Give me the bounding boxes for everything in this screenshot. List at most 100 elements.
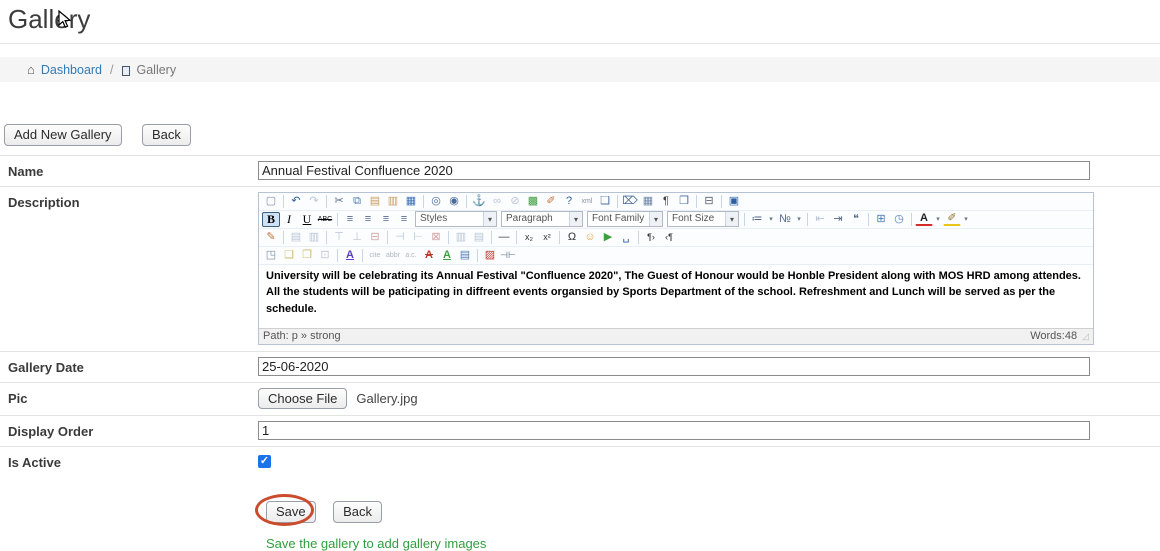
style-props-icon[interactable]: A xyxy=(341,248,359,263)
preview-icon[interactable]: ❑ xyxy=(596,194,614,209)
fullscreen-icon[interactable]: ▣ xyxy=(725,194,743,209)
strikethrough-icon[interactable]: ABC xyxy=(316,212,334,227)
new-document-icon[interactable]: ▢ xyxy=(262,194,280,209)
template-icon[interactable]: ❒ xyxy=(675,194,693,209)
align-right-icon[interactable]: ≡ xyxy=(377,212,395,227)
insert-table-icon[interactable]: ▦ xyxy=(639,194,657,209)
backcolor-icon[interactable]: ✐ xyxy=(943,212,961,226)
move-forward-icon[interactable]: ❏ xyxy=(280,248,298,263)
print-icon[interactable]: ⊟ xyxy=(700,194,718,209)
link-icon[interactable]: ∞ xyxy=(488,194,506,209)
table-row-properties-icon[interactable]: ▤ xyxy=(287,230,305,245)
charmap-icon[interactable]: Ω xyxy=(563,230,581,245)
page-break-icon[interactable]: ⊣⊢ xyxy=(499,248,517,263)
name-input[interactable] xyxy=(258,161,1090,180)
bullet-list-dropdown-icon[interactable]: ▾ xyxy=(766,212,776,227)
visual-chars-icon[interactable]: ▨ xyxy=(481,248,499,263)
merge-cells-icon[interactable]: ▤ xyxy=(470,230,488,245)
forecolor-icon[interactable]: A xyxy=(915,212,933,226)
underline-icon[interactable]: U xyxy=(298,212,316,227)
delete-row-icon[interactable]: ⊟ xyxy=(366,230,384,245)
indent-icon[interactable]: ⇥ xyxy=(829,212,847,227)
cut-icon[interactable]: ✂ xyxy=(330,194,348,209)
back-button-top[interactable]: Back xyxy=(142,124,191,146)
backcolor-dropdown-icon[interactable]: ▾ xyxy=(961,212,971,227)
media-icon[interactable]: ▶ xyxy=(599,230,617,245)
insert-date-icon[interactable]: ⊞ xyxy=(872,212,890,227)
insert-layer-icon[interactable]: ◳ xyxy=(262,248,280,263)
abbreviation-icon[interactable]: abbr xyxy=(384,248,402,263)
breadcrumb-dashboard-link[interactable]: Dashboard xyxy=(41,63,102,77)
editor-status-bar: Path: p » strong Words:48 ◿ xyxy=(259,328,1093,344)
attributes-icon[interactable]: ▤ xyxy=(456,248,474,263)
help-icon[interactable]: ? xyxy=(560,194,578,209)
back-button-bottom[interactable]: Back xyxy=(333,501,382,523)
numbered-list-dropdown-icon[interactable]: ▾ xyxy=(794,212,804,227)
bullet-list-icon[interactable]: ≔ xyxy=(748,212,766,227)
toolbar-separator xyxy=(466,195,467,208)
remove-format-icon[interactable]: ⌦ xyxy=(621,194,639,209)
split-cells-icon[interactable]: ▥ xyxy=(452,230,470,245)
copy-icon[interactable]: ⧉ xyxy=(348,194,366,209)
font-size-select[interactable]: Font Size▾ xyxy=(667,211,739,227)
anchor-icon[interactable]: ⚓ xyxy=(470,194,488,209)
dropdown-arrow-icon[interactable]: ▾ xyxy=(483,212,496,226)
bold-icon[interactable]: B xyxy=(262,212,280,227)
horizontal-rule-icon[interactable]: — xyxy=(495,230,513,245)
outdent-icon[interactable]: ⇤ xyxy=(811,212,829,227)
image-icon[interactable]: ▩ xyxy=(524,194,542,209)
align-justify-icon[interactable]: ≡ xyxy=(395,212,413,227)
save-button[interactable]: Save xyxy=(266,501,316,523)
show-blocks-icon[interactable]: ¶ xyxy=(657,194,675,209)
align-center-icon[interactable]: ≡ xyxy=(359,212,377,227)
emoticons-icon[interactable]: ☺ xyxy=(581,230,599,245)
font-family-select[interactable]: Font Family▾ xyxy=(587,211,663,227)
insert-column-before-icon[interactable]: ⊣ xyxy=(391,230,409,245)
dropdown-arrow-icon[interactable]: ▾ xyxy=(649,212,662,226)
cleanup-icon[interactable]: ✐ xyxy=(542,194,560,209)
blockquote-icon[interactable]: ❝ xyxy=(847,212,865,227)
paste-as-text-icon[interactable]: ▥ xyxy=(384,194,402,209)
delete-column-icon[interactable]: ⊠ xyxy=(427,230,445,245)
resize-grip-icon[interactable]: ◿ xyxy=(1082,331,1089,342)
find-icon[interactable]: ◎ xyxy=(427,194,445,209)
add-new-gallery-button[interactable]: Add New Gallery xyxy=(4,124,122,146)
find-replace-icon[interactable]: ◉ xyxy=(445,194,463,209)
display-order-input[interactable] xyxy=(258,421,1090,440)
paste-icon[interactable]: ▤ xyxy=(366,194,384,209)
numbered-list-icon[interactable]: № xyxy=(776,212,794,227)
styles-select[interactable]: Styles▾ xyxy=(415,211,497,227)
choose-file-button[interactable]: Choose File xyxy=(258,388,347,410)
dropdown-arrow-icon[interactable]: ▾ xyxy=(725,212,738,226)
insert-row-after-icon[interactable]: ⊥ xyxy=(348,230,366,245)
italic-icon[interactable]: I xyxy=(280,212,298,227)
del-icon[interactable]: A xyxy=(420,248,438,263)
redo-icon[interactable]: ↷ xyxy=(305,194,323,209)
subscript-icon[interactable]: x₂ xyxy=(520,230,538,245)
insert-column-after-icon[interactable]: ⊢ xyxy=(409,230,427,245)
ins-icon[interactable]: A xyxy=(438,248,456,263)
insert-row-before-icon[interactable]: ⊤ xyxy=(330,230,348,245)
acronym-icon[interactable]: a.c. xyxy=(402,248,420,263)
ltr-icon[interactable]: ¶› xyxy=(642,230,660,245)
undo-icon[interactable]: ↶ xyxy=(287,194,305,209)
superscript-icon[interactable]: x² xyxy=(538,230,556,245)
gallery-date-input[interactable] xyxy=(258,357,1090,376)
forecolor-dropdown-icon[interactable]: ▾ xyxy=(933,212,943,227)
paragraph-select[interactable]: Paragraph▾ xyxy=(501,211,583,227)
cite-icon[interactable]: cite xyxy=(366,248,384,263)
html-source-icon[interactable]: xml xyxy=(578,194,596,209)
move-backward-icon[interactable]: ❐ xyxy=(298,248,316,263)
paste-from-word-icon[interactable]: ▦ xyxy=(402,194,420,209)
align-left-icon[interactable]: ≡ xyxy=(341,212,359,227)
nonbreaking-icon[interactable]: ␣ xyxy=(617,230,635,245)
absolute-position-icon[interactable]: ⊡ xyxy=(316,248,334,263)
editor-content[interactable]: University will be celebrating its Annua… xyxy=(259,265,1093,328)
style-edit-icon[interactable]: ✎ xyxy=(262,230,280,245)
rtl-icon[interactable]: ‹¶ xyxy=(660,230,678,245)
is-active-checkbox[interactable]: ✓ xyxy=(258,455,271,468)
insert-time-icon[interactable]: ◷ xyxy=(890,212,908,227)
unlink-icon[interactable]: ⊘ xyxy=(506,194,524,209)
dropdown-arrow-icon[interactable]: ▾ xyxy=(569,212,582,226)
table-cell-properties-icon[interactable]: ▥ xyxy=(305,230,323,245)
